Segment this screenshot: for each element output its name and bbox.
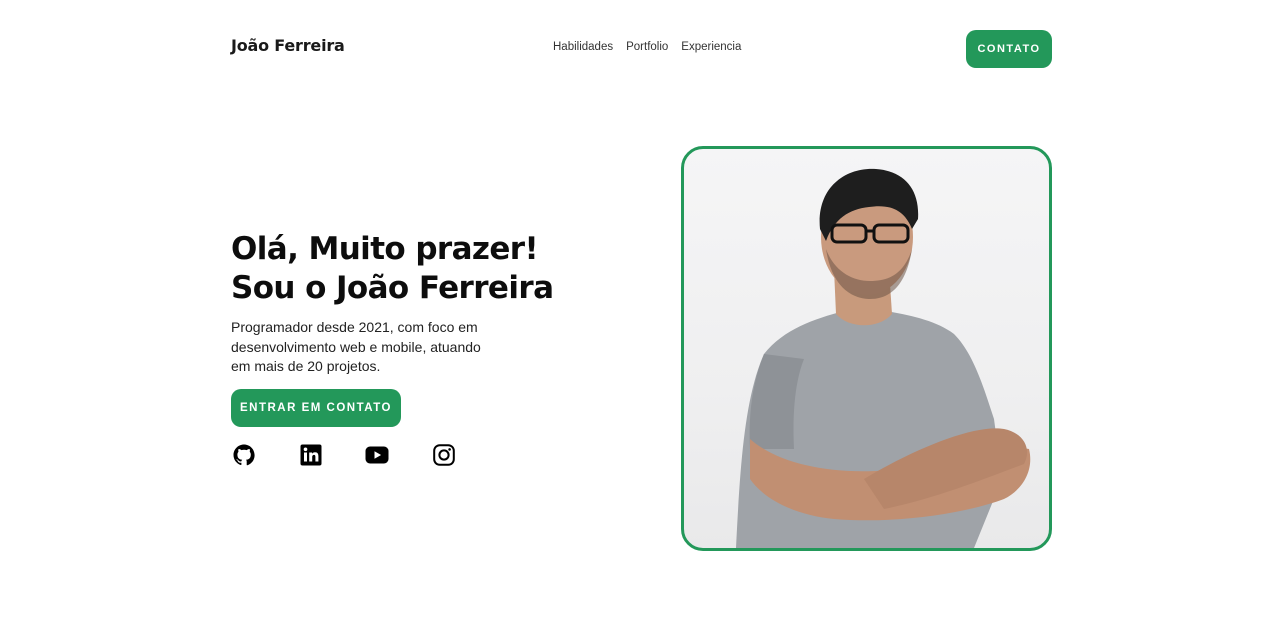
person-illustration: [736, 168, 1031, 548]
main-nav: Habilidades Portfolio Experiencia: [553, 41, 741, 53]
github-icon[interactable]: [232, 443, 256, 467]
headline-line-2: Sou o João Ferreira: [231, 270, 554, 306]
profile-photo: [681, 146, 1052, 551]
youtube-icon[interactable]: [365, 443, 389, 467]
headline-line-1: Olá, Muito prazer!: [231, 231, 539, 267]
instagram-icon[interactable]: [432, 443, 456, 467]
social-links: [232, 443, 472, 467]
linkedin-icon[interactable]: [299, 443, 323, 467]
page: João Ferreira Habilidades Portfolio Expe…: [0, 0, 1280, 618]
hero-headline: Olá, Muito prazer! Sou o João Ferreira: [231, 230, 554, 308]
hero-subtitle: Programador desde 2021, com foco em dese…: [231, 319, 481, 374]
brand-name[interactable]: João Ferreira: [231, 36, 345, 55]
enter-contact-button[interactable]: ENTRAR EM CONTATO: [231, 389, 401, 427]
contact-button[interactable]: CONTATO: [966, 30, 1052, 68]
nav-link-portfolio[interactable]: Portfolio: [626, 41, 668, 53]
nav-link-habilidades[interactable]: Habilidades: [553, 41, 613, 53]
nav-link-experiencia[interactable]: Experiencia: [681, 41, 741, 53]
